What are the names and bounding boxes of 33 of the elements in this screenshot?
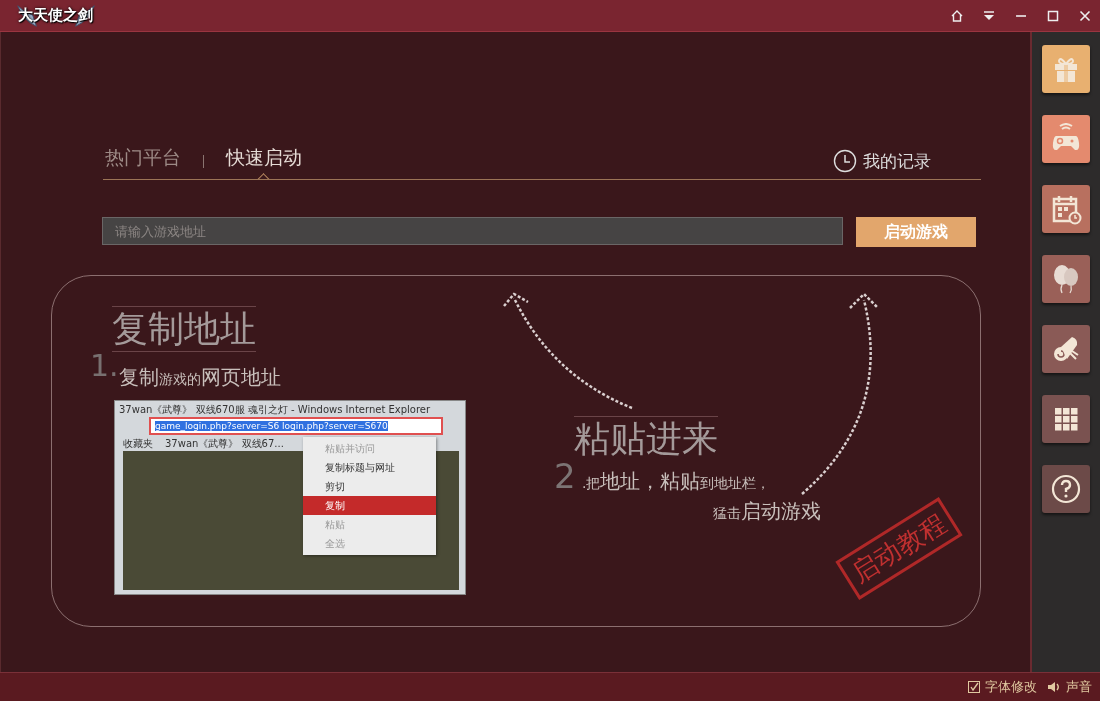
tab[interactable]: 热门平台: [103, 145, 183, 179]
step-instruction: 复制游戏的网页地址: [119, 364, 281, 391]
help-icon: [1050, 473, 1082, 505]
home-icon[interactable]: [950, 8, 964, 23]
step-number: 2: [554, 456, 576, 496]
url-field: game_login.php?server=S6 login.php?server=S670: [149, 417, 443, 435]
font-setting-checkbox[interactable]: 字体修改: [968, 678, 1037, 696]
stamp: 启动教程: [835, 497, 963, 600]
speaker-icon: [1047, 681, 1061, 693]
step-instruction: 猛击启动游戏: [713, 498, 821, 525]
balloons-button[interactable]: [1042, 255, 1090, 303]
browser-title: 37wan《武尊》 双线670服 魂引之灯 - Windows Internet Explorer: [118, 403, 432, 416]
favorites-label: 收藏夹: [123, 437, 153, 450]
address-field[interactable]: 请输入游戏地址: [102, 217, 843, 245]
checkbox-icon: [968, 681, 980, 693]
dropdown-icon[interactable]: [982, 8, 996, 23]
step-instruction: .把地址，粘贴到地址栏，: [582, 468, 771, 495]
close-icon[interactable]: [1078, 8, 1092, 23]
step-title: 复制地址: [112, 306, 256, 352]
calendar-button[interactable]: [1042, 185, 1090, 233]
browser-tab-label: 37wan《武尊》 双线67...: [165, 437, 284, 450]
step-title: 粘贴进来: [574, 416, 718, 461]
calendar-icon: [1050, 193, 1082, 225]
menu-item: 全选: [324, 537, 346, 551]
scroll-button[interactable]: [1042, 325, 1090, 373]
menu-item: 粘贴并访问: [324, 442, 376, 456]
history-link[interactable]: 我的记录: [833, 149, 931, 179]
game-logo: 大天使之剑: [10, 1, 101, 30]
grid-button[interactable]: [1042, 395, 1090, 443]
maximize-icon[interactable]: [1046, 8, 1060, 23]
sound-button[interactable]: 声音: [1047, 678, 1092, 696]
clock-icon: [833, 149, 857, 173]
help-button[interactable]: [1042, 465, 1090, 513]
